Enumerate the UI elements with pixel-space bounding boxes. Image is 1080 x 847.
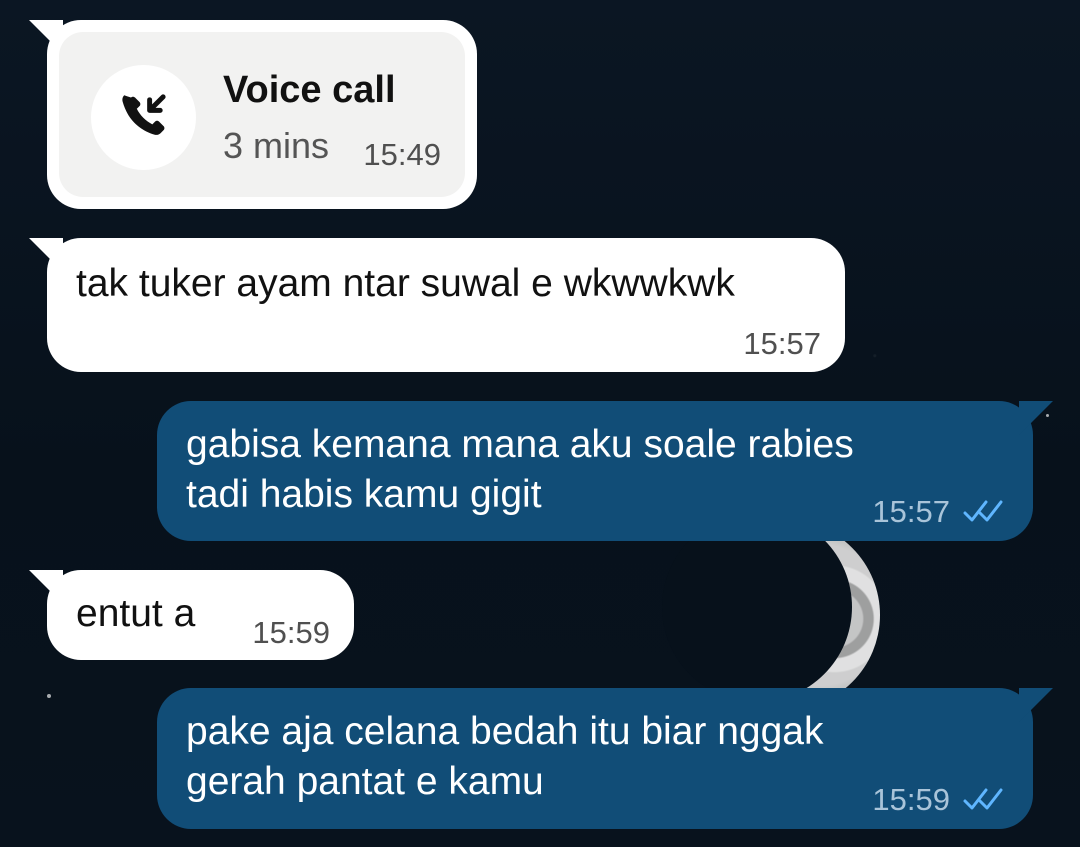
message-text: entut a [76,592,196,635]
voice-call-time: 15:49 [363,137,441,172]
message-text-line: gabisa kemana mana aku soale rabies [186,423,854,466]
incoming-message-bubble[interactable]: entut a 15:59 [47,570,354,660]
moon-image [662,512,880,710]
message-time: 15:59 [252,615,330,650]
message-time: 15:59 [872,782,950,817]
message-text-line: tadi habis kamu gigit [186,473,542,516]
double-check-icon [963,788,1003,810]
voice-call-duration: 3 mins [223,125,330,166]
message-text: tak tuker ayam ntar suwal e wkwwkwk [76,262,735,305]
message-time: 15:57 [743,326,821,361]
voice-call-icon-circle [91,65,196,170]
message-text-line: gerah pantat e kamu [186,760,544,803]
incoming-message-bubble[interactable]: tak tuker ayam ntar suwal e wkwwkwk 15:5… [47,238,845,372]
message-text-line: pake aja celana bedah itu biar nggak [186,710,824,753]
voice-call-title: Voice call [223,69,396,111]
double-check-icon [963,500,1003,522]
outgoing-message-bubble[interactable]: gabisa kemana mana aku soale rabies tadi… [157,401,1033,541]
voice-call-card[interactable]: Voice call 3 mins 15:49 [59,32,465,197]
outgoing-message-bubble[interactable]: pake aja celana bedah itu biar nggak ger… [157,688,1033,829]
voice-call-bubble[interactable]: Voice call 3 mins 15:49 [47,20,477,209]
message-time: 15:57 [872,494,950,529]
wallpaper-star [47,694,51,698]
incoming-call-icon [122,94,166,135]
wallpaper-star [1046,414,1049,417]
